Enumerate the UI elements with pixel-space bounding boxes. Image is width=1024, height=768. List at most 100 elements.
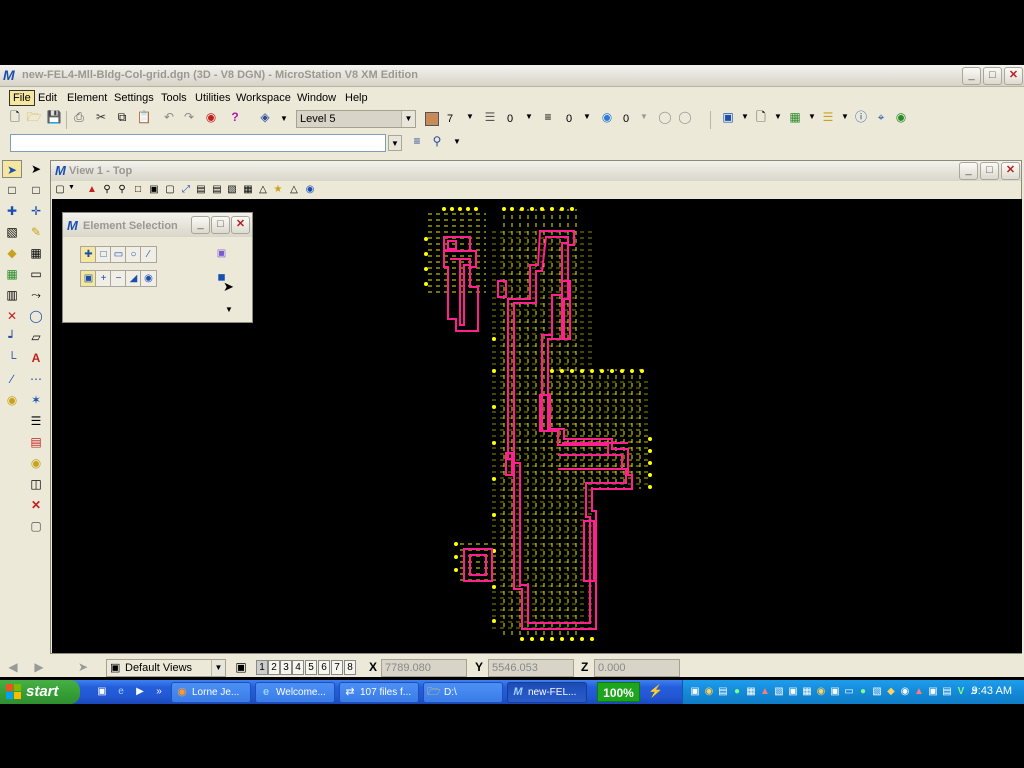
keyin-field[interactable]: [10, 134, 386, 152]
pencil-icon[interactable]: ✎: [26, 223, 46, 241]
view-previous-icon[interactable]: ▤: [194, 181, 208, 197]
place-block-icon[interactable]: ▭: [26, 265, 46, 283]
expand-arrow-icon[interactable]: ▼: [225, 305, 233, 314]
place-fence-icon[interactable]: □: [26, 181, 46, 199]
text-icon[interactable]: A: [26, 349, 46, 367]
level-dropdown[interactable]: Level 5 ▼: [296, 110, 416, 128]
keyin-browse-icon[interactable]: ≡: [408, 132, 426, 150]
undo-icon[interactable]: ↶: [160, 108, 178, 126]
task-microstation[interactable]: M new-FEL...: [507, 682, 587, 703]
chevron-down-icon[interactable]: ▼: [211, 660, 225, 676]
chevron-down-icon[interactable]: ▼: [466, 112, 474, 121]
tray-icon-20[interactable]: V: [955, 685, 967, 698]
tray-icon-16[interactable]: ◉: [899, 685, 911, 698]
view-button-7[interactable]: 7: [331, 660, 343, 675]
forward-icon[interactable]: ▶: [30, 658, 48, 676]
primary-tools-icon[interactable]: ▣: [719, 108, 737, 126]
dimension-tool-icon[interactable]: ▤: [26, 433, 46, 451]
menu-element[interactable]: Element: [64, 91, 110, 105]
level-display-icon[interactable]: ☰: [819, 108, 837, 126]
groups-icon[interactable]: ◆: [2, 244, 22, 262]
manipulate-icon[interactable]: ✚: [2, 202, 22, 220]
close-button[interactable]: ✕: [1004, 67, 1023, 85]
menu-help[interactable]: Help: [342, 91, 371, 105]
open-folder-icon[interactable]: 🗁: [25, 108, 43, 126]
view-groups-icon[interactable]: ▣: [232, 658, 250, 676]
pointer-icon[interactable]: ➤: [74, 658, 92, 676]
plug-icon[interactable]: ⚡: [648, 685, 663, 698]
transparency-icon[interactable]: ◉: [598, 108, 616, 126]
view-minimize-button[interactable]: _: [959, 162, 978, 180]
back-icon[interactable]: ◀: [4, 658, 22, 676]
pan-view-icon[interactable]: ⤢: [179, 181, 193, 197]
tray-icon-2[interactable]: ◉: [703, 685, 715, 698]
references-icon[interactable]: ▦: [786, 108, 804, 126]
new-file-icon[interactable]: 🗋: [6, 108, 24, 126]
info-icon[interactable]: ⓘ: [852, 108, 870, 126]
cut-icon[interactable]: ✂: [92, 108, 110, 126]
priority-icon[interactable]: ◯: [656, 108, 674, 126]
clear-selection-icon[interactable]: ▣: [213, 246, 230, 263]
dimension-icon[interactable]: └: [2, 349, 22, 367]
tray-icon-13[interactable]: ●: [857, 685, 869, 698]
paste-icon[interactable]: 📋: [135, 108, 153, 126]
tray-icon-19[interactable]: ▤: [941, 685, 953, 698]
change-view-perspective-icon[interactable]: △: [287, 181, 301, 197]
project-explorer-icon[interactable]: ◉: [892, 108, 910, 126]
select-all-icon[interactable]: ◉: [140, 270, 157, 287]
view-button-4[interactable]: 4: [292, 660, 304, 675]
accudraw-icon[interactable]: ⌖: [872, 108, 890, 126]
tray-icon-17[interactable]: ▲: [913, 685, 925, 698]
view-attributes-icon[interactable]: ▢: [53, 181, 67, 197]
tray-icon-10[interactable]: ◉: [815, 685, 827, 698]
chevron-down-icon[interactable]: ▼: [741, 112, 749, 121]
help-icon[interactable]: ?: [226, 108, 244, 126]
dialog-minimize-button[interactable]: _: [191, 216, 210, 234]
tray-icon-9[interactable]: ▦: [801, 685, 813, 698]
menu-utilities[interactable]: Utilities: [192, 91, 233, 105]
modify-icon[interactable]: ▧: [2, 223, 22, 241]
z-coordinate-field[interactable]: 0.000: [594, 659, 680, 677]
quicklaunch-desktop-icon[interactable]: ▣: [96, 685, 108, 698]
view-maximize-button[interactable]: □: [980, 162, 999, 180]
task-file-transfer[interactable]: ⇄ 107 files f...: [339, 682, 419, 703]
menu-tools[interactable]: Tools: [158, 91, 190, 105]
place-smartline-icon[interactable]: ▦: [26, 244, 46, 262]
network-icon[interactable]: ▧: [871, 685, 883, 698]
fillet-icon[interactable]: ▥: [2, 286, 22, 304]
class-icon[interactable]: ◯: [676, 108, 694, 126]
maximize-button[interactable]: □: [983, 67, 1002, 85]
keyin-find-icon[interactable]: ⚲: [428, 132, 446, 150]
tray-icon-11[interactable]: ▣: [829, 685, 841, 698]
tray-icon-8[interactable]: ▣: [787, 685, 799, 698]
tray-icon-6[interactable]: ▲: [759, 685, 771, 698]
view-button-8[interactable]: 8: [344, 660, 356, 675]
view-attributes-icon[interactable]: 🗋: [752, 108, 770, 126]
copy-element-icon[interactable]: ✛: [26, 202, 46, 220]
fit-view-icon[interactable]: ▣: [147, 181, 161, 197]
tray-icon-5[interactable]: ▦: [745, 685, 757, 698]
camera-icon[interactable]: △: [256, 181, 270, 197]
y-coordinate-field[interactable]: 5546.053: [488, 659, 574, 677]
drop-icon[interactable]: ▦: [2, 265, 22, 283]
title-bar[interactable]: M new-FEL4-Mll-Bldg-Col-grid.dgn (3D - V…: [0, 65, 1024, 87]
chevron-down-icon[interactable]: ▼: [401, 111, 415, 127]
dialog-close-button[interactable]: ✕: [231, 216, 250, 234]
save-icon[interactable]: 💾: [45, 108, 63, 126]
view-next-icon[interactable]: ▤: [210, 181, 224, 197]
level-manager-icon[interactable]: ◈: [256, 108, 274, 126]
dialog-title-bar[interactable]: M Element Selection _ □ ✕: [63, 213, 252, 237]
chevron-down-icon[interactable]: ▼: [808, 112, 816, 121]
snap-icon[interactable]: ✶: [26, 391, 46, 409]
measure-icon[interactable]: ┙: [2, 328, 22, 346]
delete-icon[interactable]: ✕: [26, 496, 46, 514]
chevron-down-icon[interactable]: ▼: [841, 112, 849, 121]
patterns-icon[interactable]: ∕: [2, 370, 22, 388]
task-firefox[interactable]: ◉ Lorne Je...: [171, 682, 251, 703]
monitor-icon[interactable]: ▭: [843, 685, 855, 698]
line-style-icon[interactable]: ☰: [481, 108, 499, 126]
palette-icon[interactable]: ◉: [26, 454, 46, 472]
view-button-6[interactable]: 6: [318, 660, 330, 675]
zoom-indicator[interactable]: 100%: [597, 682, 640, 702]
menu-window[interactable]: Window: [294, 91, 339, 105]
